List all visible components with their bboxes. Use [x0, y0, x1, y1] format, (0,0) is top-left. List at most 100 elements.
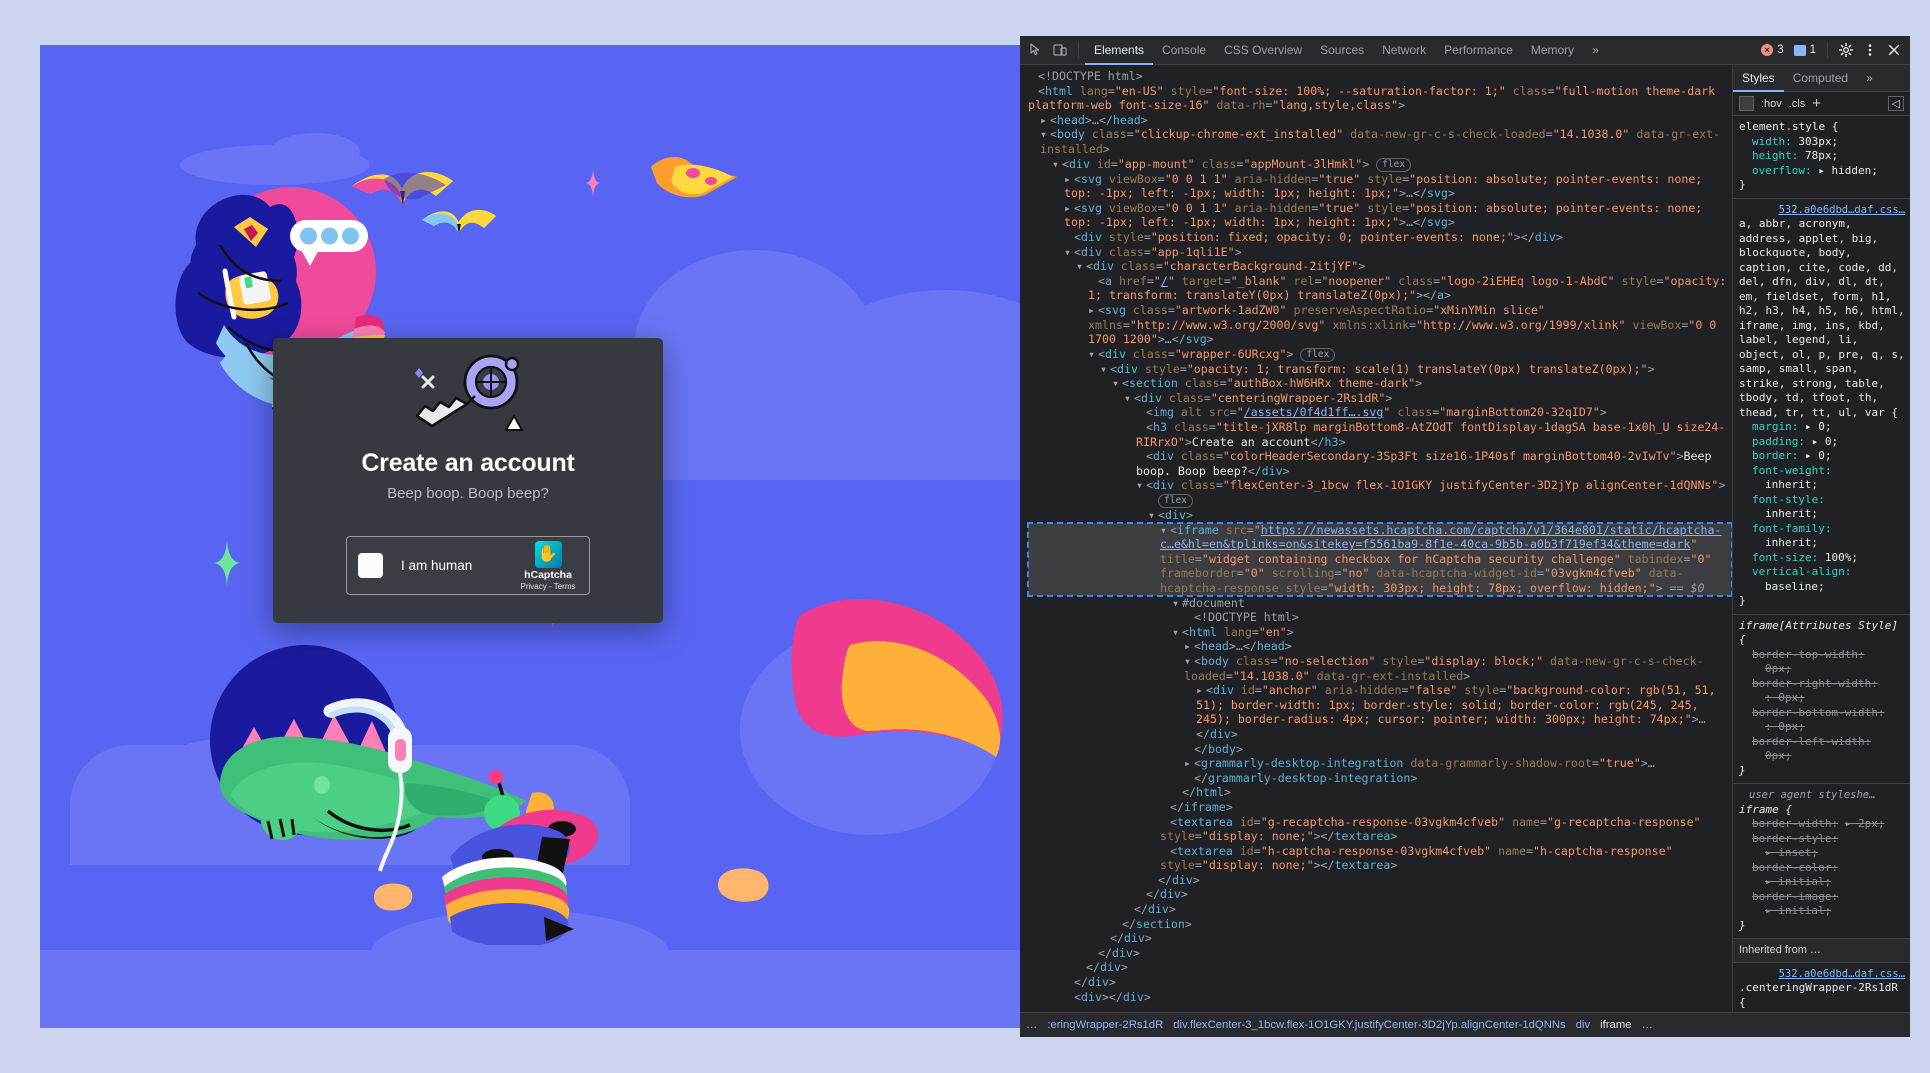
devtools-tab-network[interactable]: Network [1373, 36, 1435, 65]
dom-node[interactable]: ▸ <head>…</head> [1028, 113, 1732, 128]
add-rule-button[interactable]: + [1812, 95, 1821, 112]
dom-node[interactable]: <!DOCTYPE html> [1028, 610, 1732, 625]
css-declaration[interactable]: border-left-width: 0px; [1739, 735, 1905, 764]
devtools-tab-console[interactable]: Console [1153, 36, 1215, 65]
dom-node[interactable]: <textarea id="h-captcha-response-03vgkm4… [1028, 844, 1732, 873]
css-rule[interactable]: user agent styleshe… iframe {border-width… [1733, 784, 1910, 939]
breadcrumb-item[interactable]: div [1576, 1019, 1590, 1031]
dom-node-selected[interactable]: ▾ <iframe src="https://newassets.hcaptcha… [1027, 521, 1732, 597]
css-rule[interactable]: iframe[Attributes Style] {border-top-wid… [1733, 615, 1910, 784]
css-declaration[interactable]: overflow: ▸ hidden; [1739, 164, 1905, 179]
breadcrumb-item[interactable]: … [1642, 1019, 1653, 1031]
dom-node[interactable]: </div> [1028, 931, 1732, 946]
css-declaration[interactable]: vertical-align: baseline; [1739, 565, 1905, 594]
styles-rules-list[interactable]: element.style {width: 303px; height: 78px… [1733, 116, 1910, 1012]
dom-node[interactable]: </section> [1028, 917, 1732, 932]
dom-node[interactable]: ▸ <svg class="artwork-1adZW0" preserveAsp… [1028, 303, 1732, 347]
devtools-tab-sources[interactable]: Sources [1311, 36, 1373, 65]
dom-node[interactable]: ▾ <body class="no-selection" style="displ… [1028, 654, 1732, 683]
css-source-link[interactable]: 532.a0e6dbd…daf.css… [1739, 967, 1905, 982]
hov-toggle[interactable]: :hov [1761, 98, 1782, 110]
close-icon[interactable] [1882, 39, 1906, 61]
breadcrumb-item[interactable]: :eringWrapper-2Rs1dR [1047, 1019, 1163, 1031]
error-count-badge[interactable]: × 3 [1756, 44, 1788, 56]
dom-node[interactable]: ▾ <div> [1028, 508, 1732, 523]
dom-tree-pane[interactable]: <!DOCTYPE html> <html lang="en-US" style=… [1020, 65, 1732, 1012]
breadcrumb-item[interactable]: … [1026, 1019, 1037, 1031]
styles-tab--[interactable]: » [1857, 65, 1882, 92]
hcaptcha-checkbox[interactable] [358, 553, 383, 578]
dom-node[interactable]: <img alt src="/assets/0f4d1ff….svg" clas… [1028, 405, 1732, 420]
css-rule[interactable]: element.style {width: 303px; height: 78px… [1733, 116, 1910, 199]
css-declaration[interactable]: border-style: ▸ inset; [1739, 832, 1905, 861]
color-swatch-icon[interactable] [1739, 96, 1754, 111]
kebab-menu-icon[interactable] [1858, 39, 1882, 61]
devtools-tab-css-overview[interactable]: CSS Overview [1215, 36, 1311, 65]
dom-node[interactable]: <div class="colorHeaderSecondary-3Sp3Ft … [1028, 449, 1732, 478]
gear-icon[interactable] [1834, 39, 1858, 61]
dom-node[interactable]: <textarea id="g-recaptcha-response-03vgk… [1028, 815, 1732, 844]
dom-node[interactable]: ▾ <div class="wrapper-6URcxg"> flex [1028, 347, 1732, 362]
dom-node[interactable]: <html lang="en-US" style="font-size: 100… [1028, 84, 1732, 113]
dom-node[interactable]: ▾ <body class="clickup-chrome-ext_install… [1028, 127, 1732, 156]
dom-node[interactable]: ▾ <section class="authBox-hW6HRx theme-da… [1028, 376, 1732, 391]
dom-node[interactable]: <!DOCTYPE html> [1028, 69, 1732, 84]
dom-node[interactable]: ▾ <div class="flexCenter-3_1bcw flex-1O1G… [1028, 478, 1732, 493]
dom-node[interactable]: ▾ #document [1028, 596, 1732, 611]
dom-node[interactable]: <a href="/" target="_blank" rel="noopene… [1028, 274, 1732, 303]
cls-toggle[interactable]: .cls [1789, 98, 1806, 110]
css-declaration[interactable]: border-top-width: 0px; [1739, 648, 1905, 677]
css-declaration[interactable]: border-image: ▸ initial; [1739, 890, 1905, 919]
hcaptcha-widget[interactable]: I am human hCaptcha Privacy - Terms [346, 536, 590, 595]
dom-node[interactable]: </body> [1028, 742, 1732, 757]
dom-node[interactable]: ▾ <html lang="en"> [1028, 625, 1732, 640]
dom-node[interactable]: </div> [1028, 873, 1732, 888]
devtools-tab-performance[interactable]: Performance [1435, 36, 1522, 65]
devtools-tab-memory[interactable]: Memory [1522, 36, 1583, 65]
css-declaration[interactable]: border-bottom-width:: 0px; [1739, 706, 1905, 735]
devtools-tab-elements[interactable]: Elements [1085, 36, 1153, 65]
css-declaration[interactable]: font-family: inherit; [1739, 522, 1905, 551]
css-declaration[interactable]: font-style: inherit; [1739, 493, 1905, 522]
dom-node[interactable]: ▸ <svg viewBox="0 0 1 1" aria-hidden="tru… [1028, 172, 1732, 201]
dom-node[interactable]: </div> [1028, 902, 1732, 917]
css-rule[interactable]: 532.a0e6dbd…daf.css… .centeringWrapper-2R… [1733, 963, 1910, 1013]
css-source-link[interactable]: 532.a0e6dbd…daf.css… [1739, 203, 1905, 218]
breadcrumb-item[interactable]: iframe [1600, 1019, 1631, 1031]
styles-tab-computed[interactable]: Computed [1784, 65, 1857, 92]
dom-node[interactable]: </div> [1028, 946, 1732, 961]
message-count-badge[interactable]: 1 [1789, 44, 1821, 56]
dom-node[interactable]: ▸ <div id="anchor" aria-hidden="false" st… [1028, 683, 1732, 741]
css-declaration[interactable]: font-size: 100%; [1739, 551, 1905, 566]
dom-node[interactable]: <div style="position: fixed; opacity: 0;… [1028, 230, 1732, 245]
dom-node[interactable]: ▾ <div class="characterBackground-2itjYF"… [1028, 259, 1732, 274]
device-toolbar-icon[interactable] [1048, 39, 1072, 61]
hcaptcha-privacy-terms-link[interactable]: Privacy - Terms [518, 582, 578, 591]
devtools-tab--[interactable]: » [1583, 36, 1608, 65]
css-declaration[interactable]: border: ▸ 0; [1739, 449, 1905, 464]
dom-node[interactable]: flex [1028, 493, 1732, 509]
dom-node[interactable]: ▾ <div class="centeringWrapper-2Rs1dR"> [1028, 391, 1732, 406]
css-declaration[interactable]: width: 303px; [1739, 135, 1905, 150]
dom-node[interactable]: </div> [1028, 975, 1732, 990]
dom-node[interactable]: ▾ <div class="app-1qli1E"> [1028, 245, 1732, 260]
css-declaration[interactable]: border-width: ▸ 2px; [1739, 817, 1905, 832]
inspect-element-icon[interactable] [1024, 39, 1048, 61]
css-declaration[interactable]: font-weight: inherit; [1739, 464, 1905, 493]
css-declaration[interactable]: border-color: ▸ initial; [1739, 861, 1905, 890]
styles-tab-styles[interactable]: Styles [1733, 65, 1784, 92]
dom-node[interactable]: </grammarly-desktop-integration> [1028, 771, 1732, 786]
dom-node[interactable]: <h3 class="title-jXR8lp marginBottom8-At… [1028, 420, 1732, 449]
dom-node[interactable]: </div> [1028, 887, 1732, 902]
dom-node[interactable]: ▸ <svg viewBox="0 0 1 1" aria-hidden="tru… [1028, 201, 1732, 230]
dom-node[interactable]: ▸ <head>…</head> [1028, 639, 1732, 654]
css-declaration[interactable]: margin: ▸ 0; [1739, 420, 1905, 435]
dom-node[interactable]: </iframe> [1028, 800, 1732, 815]
dom-node[interactable]: ▸ <grammarly-desktop-integration data-gra… [1028, 756, 1732, 771]
dom-node[interactable]: ▾ <div id="app-mount" class="appMount-3lH… [1028, 157, 1732, 172]
dom-node[interactable]: </html> [1028, 785, 1732, 800]
css-rule[interactable]: 532.a0e6dbd…daf.css… a, abbr, acronym, ad… [1733, 199, 1910, 615]
css-declaration[interactable]: padding: ▸ 0; [1739, 435, 1905, 450]
dom-node[interactable]: ▾ <div style="opacity: 1; transform: scal… [1028, 362, 1732, 377]
breadcrumb-item[interactable]: div.flexCenter-3_1bcw.flex-1O1GKY.justif… [1173, 1019, 1565, 1031]
